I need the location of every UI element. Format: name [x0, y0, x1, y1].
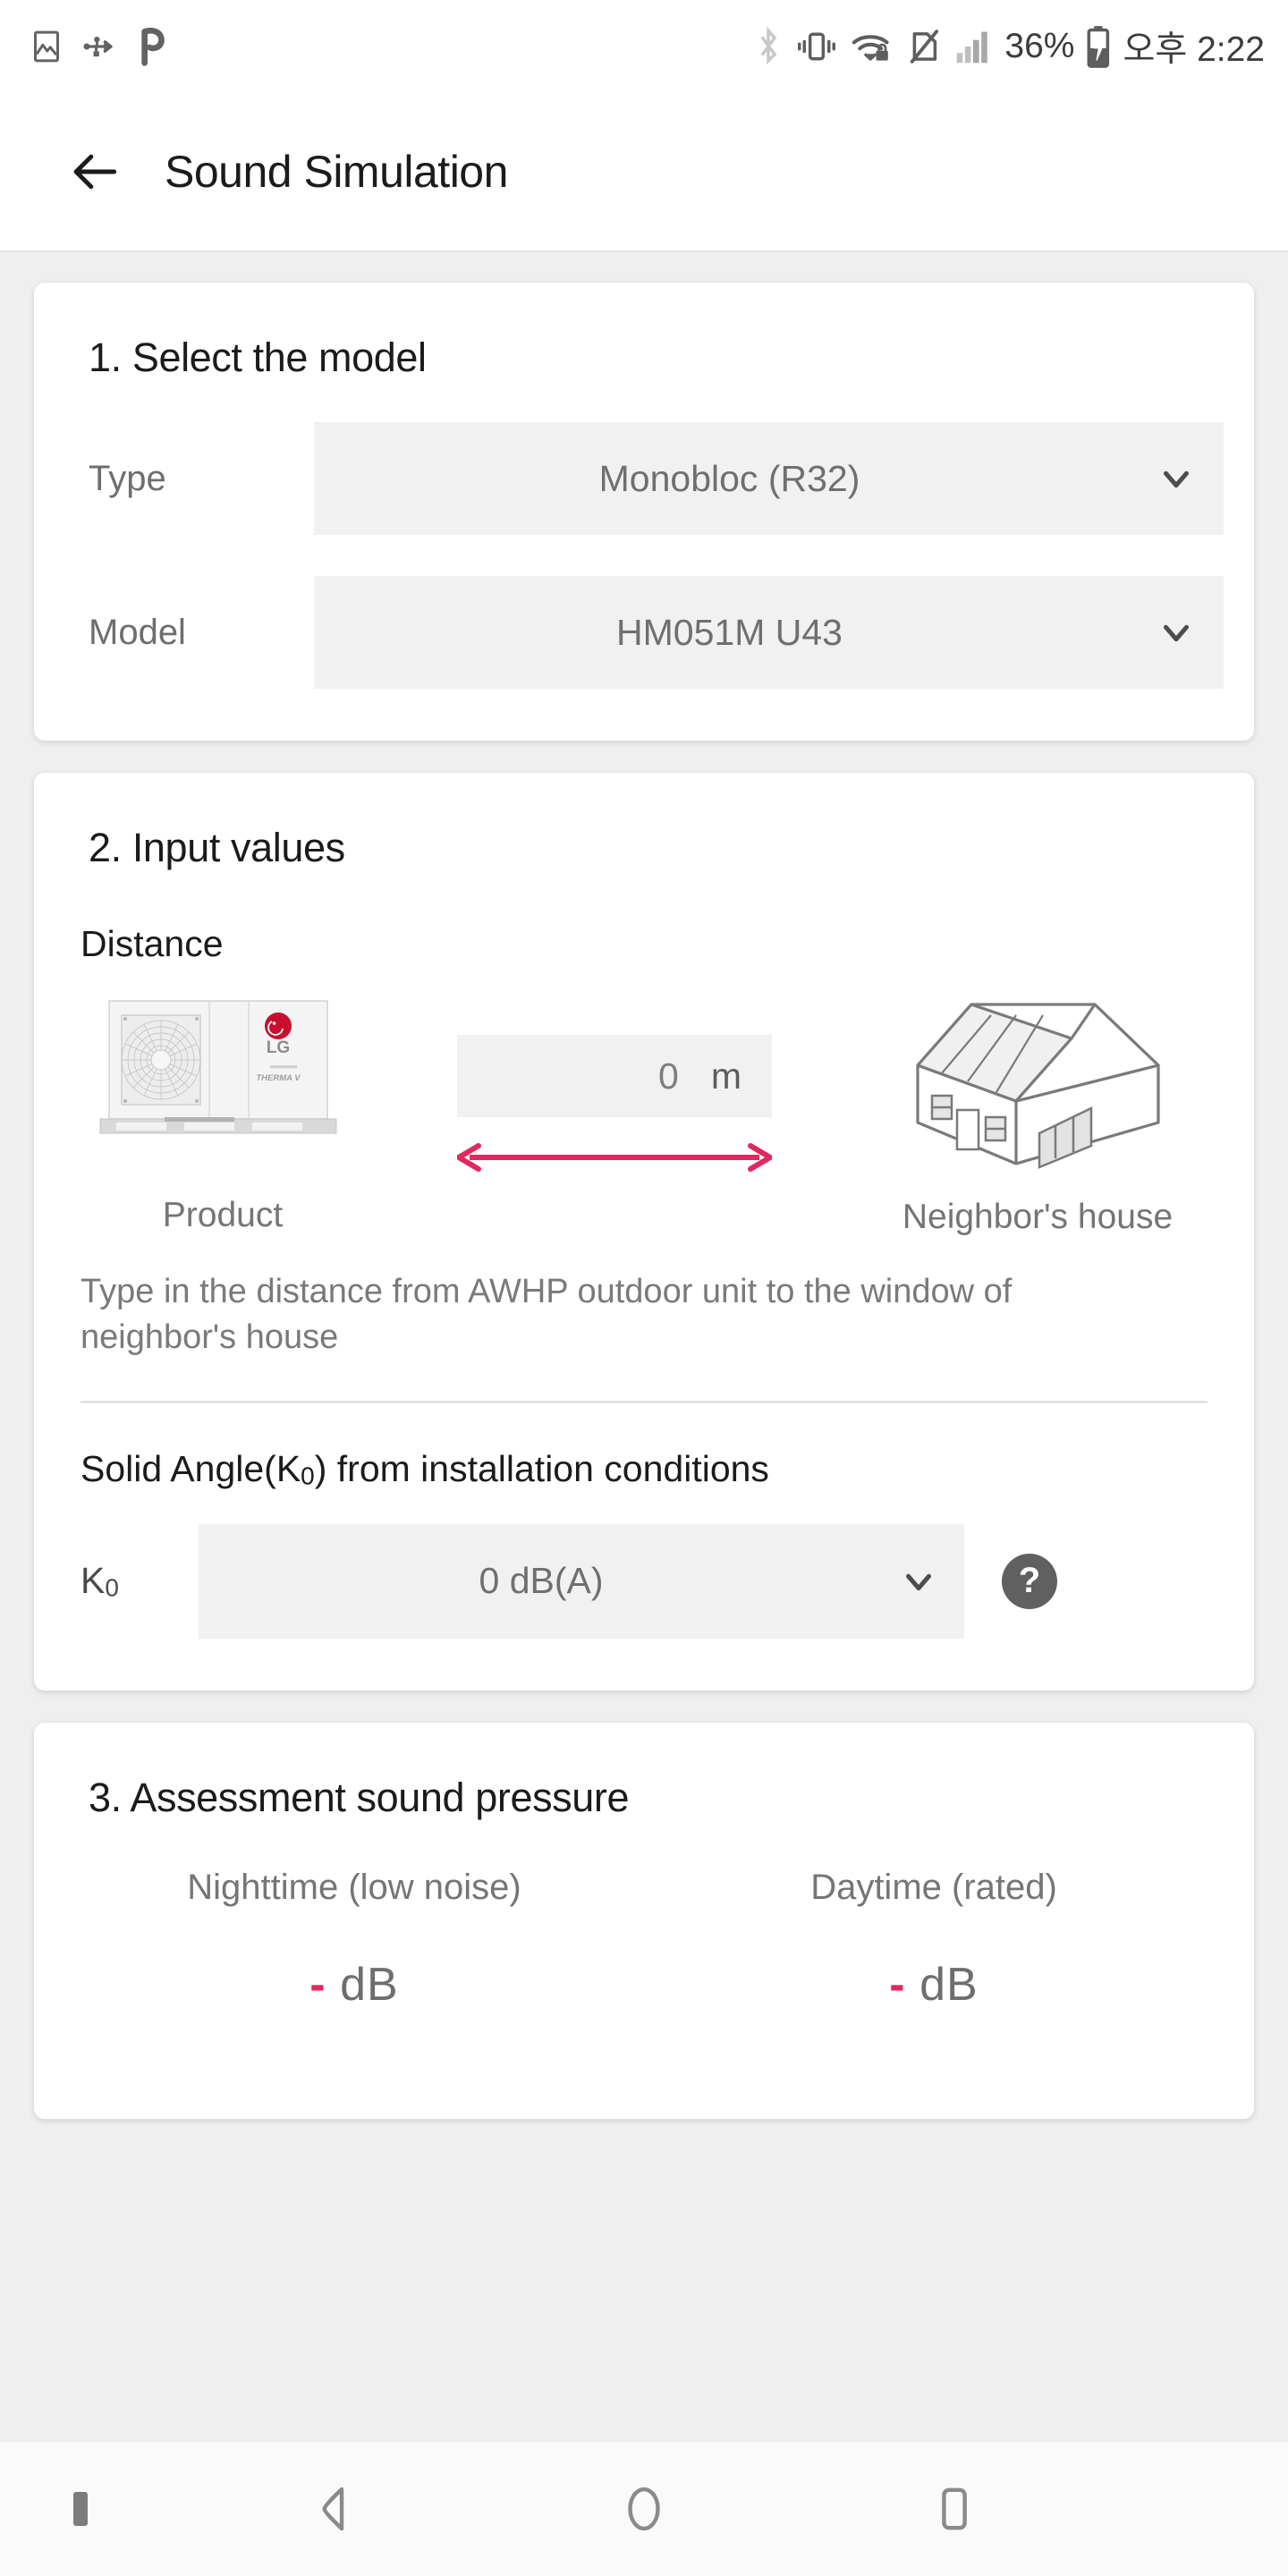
svg-text:LG: LG — [267, 1038, 290, 1057]
status-bar-left-icons — [29, 27, 170, 66]
k0-dropdown[interactable]: 0 dB(A) — [199, 1523, 964, 1639]
daytime-unit: dB — [919, 1958, 979, 2011]
image-icon — [29, 29, 64, 64]
result-columns: Nighttime (low noise) - dB Daytime (rate… — [64, 1821, 1224, 2012]
outdoor-unit-image: LG THERMA V — [99, 1000, 337, 1134]
scroll-content[interactable]: 1. Select the model Type Monobloc (R32) … — [0, 252, 1288, 2442]
card-select-model-title: 1. Select the model — [89, 335, 427, 380]
type-dropdown[interactable]: Monobloc (R32) — [314, 422, 1224, 535]
nav-home-button[interactable] — [489, 2481, 800, 2537]
battery-percent-label: 36% — [1004, 27, 1075, 65]
type-row: Type Monobloc (R32) — [89, 381, 1224, 535]
signal-bars-icon — [953, 27, 993, 66]
chevron-down-icon — [1156, 458, 1197, 499]
bluetooth-icon — [753, 26, 784, 67]
vibrate-icon — [795, 27, 838, 66]
status-bar-right-icons: 36% 오후 2:22 — [753, 21, 1265, 72]
k0-label: K0 — [80, 1560, 199, 1602]
double-arrow-icon — [457, 1143, 772, 1172]
k0-dropdown-value: 0 dB(A) — [479, 1560, 604, 1602]
no-sim-icon — [906, 26, 942, 67]
result-bottom-spacer — [64, 2012, 1224, 2119]
arrow-left-icon — [73, 154, 117, 190]
model-dropdown-value: HM051M U43 — [616, 611, 843, 653]
card-input-values: 2. Input values Distance LG THERMA V Pro… — [34, 773, 1254, 1690]
neighbor-house-image — [916, 1003, 1160, 1169]
back-triangle-icon — [322, 2487, 344, 2531]
card-select-model: 1. Select the model Type Monobloc (R32) … — [34, 283, 1254, 741]
help-button[interactable]: ? — [1002, 1553, 1057, 1609]
house-caption: Neighbor's house — [902, 1198, 1174, 1236]
nav-recents-button[interactable] — [799, 2481, 1109, 2537]
result-column-nighttime: Nighttime (low noise) - dB — [64, 1868, 644, 2012]
solid-angle-heading: Solid Angle(K0) from installation condit… — [64, 1403, 1224, 1490]
nighttime-value: - dB — [64, 1958, 644, 2012]
distance-input-column: 0 m — [436, 988, 793, 1178]
question-mark-icon: ? — [1018, 1561, 1041, 1601]
svg-text:THERMA V: THERMA V — [256, 1073, 301, 1083]
card-input-values-title: 2. Input values — [89, 825, 345, 870]
card-assessment-title: 3. Assessment sound pressure — [89, 1774, 630, 1820]
usb-icon — [80, 28, 118, 65]
clock-label: 오후 2:22 — [1123, 30, 1265, 69]
k0-label-sub: 0 — [105, 1573, 119, 1602]
app-bar: Sound Simulation — [0, 93, 1288, 252]
home-circle-icon — [628, 2487, 660, 2531]
recents-square-icon — [941, 2487, 967, 2530]
model-row: Model HM051M U43 — [89, 535, 1224, 741]
model-dropdown[interactable]: HM051M U43 — [314, 576, 1224, 689]
distance-input-value: 0 — [658, 1055, 679, 1097]
result-column-daytime: Daytime (rated) - dB — [644, 1868, 1224, 2012]
solid-angle-heading-after: ) from installation conditions — [314, 1447, 769, 1489]
status-bar: 36% 오후 2:22 — [0, 0, 1288, 93]
card-assessment: 3. Assessment sound pressure Nighttime (… — [34, 1722, 1254, 2119]
distance-illustration: LG THERMA V Product 0 m Neighbor's house — [64, 965, 1224, 1237]
type-label: Type — [89, 458, 166, 498]
product-column: LG THERMA V Product — [75, 988, 370, 1235]
daytime-dash: - — [889, 1958, 906, 2011]
nav-back-button[interactable] — [179, 2481, 489, 2537]
nav-dot-indicator[interactable] — [73, 2492, 88, 2526]
solid-angle-heading-sub: 0 — [301, 1461, 315, 1489]
nighttime-dash: - — [309, 1958, 326, 2011]
pandora-p-icon — [134, 27, 170, 66]
chevron-down-icon — [898, 1561, 939, 1602]
nighttime-label: Nighttime (low noise) — [187, 1867, 521, 1907]
nighttime-unit: dB — [340, 1958, 399, 2011]
type-dropdown-value: Monobloc (R32) — [598, 457, 860, 499]
distance-heading: Distance — [80, 923, 224, 964]
page-title: Sound Simulation — [165, 147, 508, 197]
k0-label-before: K — [80, 1560, 106, 1602]
daytime-value: - dB — [644, 1958, 1224, 2012]
daytime-label: Daytime (rated) — [810, 1867, 1057, 1907]
battery-charging-icon — [1086, 25, 1111, 68]
back-button[interactable] — [64, 140, 127, 203]
distance-unit-label: m — [710, 1055, 741, 1097]
wifi-lock-icon — [850, 27, 894, 66]
chevron-down-icon — [1156, 612, 1197, 653]
android-nav-bar — [0, 2442, 1288, 2576]
distance-description: Type in the distance from AWHP outdoor u… — [80, 1273, 1013, 1357]
product-caption: Product — [162, 1196, 284, 1234]
house-column: Neighbor's house — [859, 988, 1216, 1237]
model-label: Model — [89, 612, 186, 652]
distance-input[interactable]: 0 m — [457, 1035, 772, 1117]
solid-angle-heading-before: Solid Angle(K — [80, 1447, 301, 1489]
k0-row: K0 0 dB(A) ? — [64, 1490, 1224, 1690]
